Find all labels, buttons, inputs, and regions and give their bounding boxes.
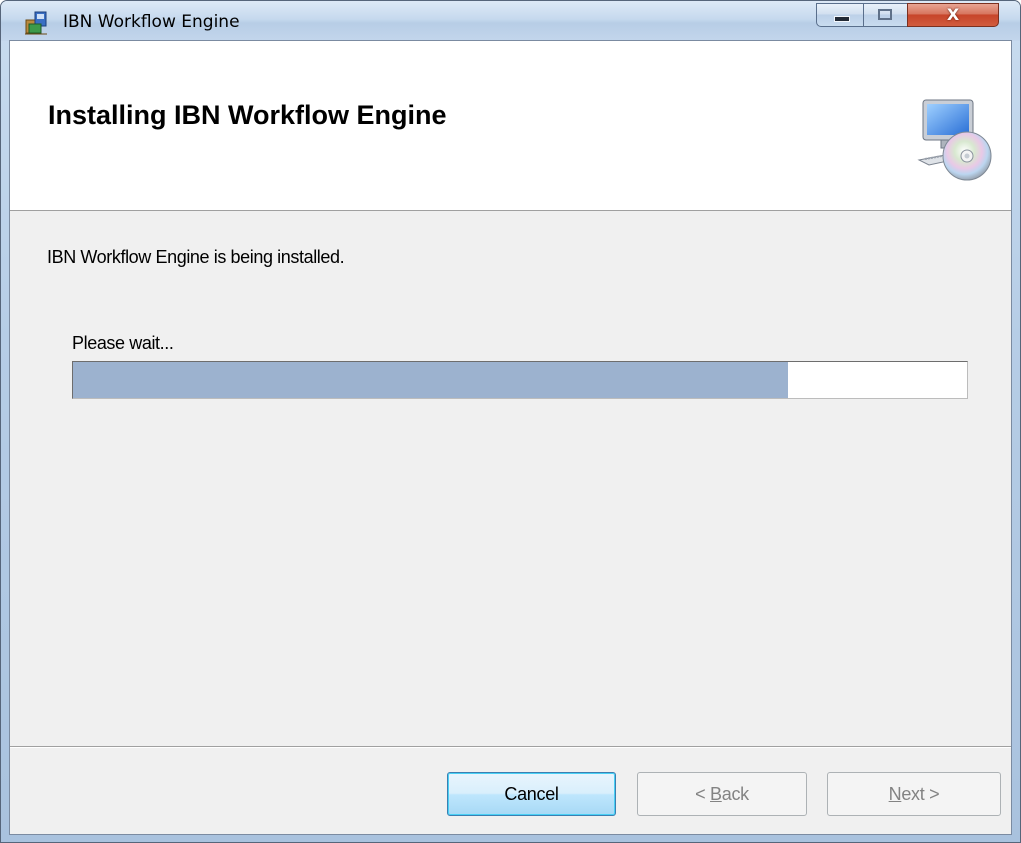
cancel-button-label: Cancel (504, 783, 559, 804)
installer-window: IBN Workflow Engine X Installing IBN Wor… (0, 0, 1021, 843)
back-button[interactable]: < Back (637, 772, 807, 816)
next-button[interactable]: Next > (827, 772, 1001, 816)
next-button-label: Next > (889, 784, 940, 805)
install-progress-bar (72, 361, 968, 399)
footer-separator (10, 746, 1011, 748)
maximize-icon (878, 9, 892, 20)
please-wait-label: Please wait... (72, 333, 174, 353)
install-status-text: IBN Workflow Engine is being installed. (47, 247, 345, 267)
back-button-label: < Back (695, 784, 749, 805)
back-rest: ack (721, 783, 749, 804)
window-title: IBN Workflow Engine (63, 12, 240, 32)
page-title: Installing IBN Workflow Engine (48, 100, 447, 130)
setup-computer-disc-icon (917, 99, 992, 181)
cancel-button[interactable]: Cancel (447, 772, 616, 816)
installer-app-icon (25, 11, 47, 35)
header-banner: Installing IBN Workflow Engine (10, 41, 1011, 211)
title-bar[interactable]: IBN Workflow Engine X (1, 1, 1020, 41)
close-icon: X (946, 5, 960, 24)
back-hotkey: B (710, 783, 722, 804)
back-prefix: < (695, 783, 711, 804)
dialog-client-area: Installing IBN Workflow Engine IBN Workf… (9, 40, 1012, 835)
caption-buttons: X (816, 3, 1011, 29)
progress-fill (73, 362, 789, 398)
minimize-icon (834, 16, 850, 22)
next-rest: ext > (901, 783, 940, 804)
next-hotkey: N (888, 783, 902, 804)
maximize-button[interactable] (863, 3, 908, 27)
close-button[interactable]: X (907, 3, 999, 27)
minimize-button[interactable] (816, 3, 864, 27)
